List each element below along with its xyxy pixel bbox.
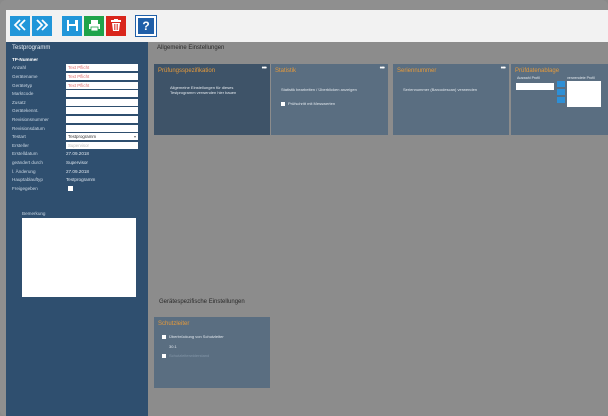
field-label: Zusatz xyxy=(12,99,26,105)
freigegeben-checkbox[interactable] xyxy=(68,185,73,191)
schutzleiter-value: 30.1 xyxy=(169,344,177,349)
card-text: Testprogramm verwenden hier bauen xyxy=(170,90,237,95)
field-label: Gerätename xyxy=(12,73,38,79)
field-ersteller: Ersteller Supervisor xyxy=(12,141,142,150)
field-geraetetyp: Gerätetyp Text Pflicht xyxy=(12,81,142,90)
field-label: Hauptablauftyp xyxy=(12,177,43,183)
move-left-button[interactable] xyxy=(557,89,565,95)
save-icon xyxy=(66,19,79,34)
profile-select[interactable] xyxy=(516,83,554,90)
card-title: Statistik xyxy=(275,68,297,74)
section-title-general: Allgemeine Einstellungen xyxy=(157,45,225,51)
anzahl-input[interactable]: Text Pflicht xyxy=(66,64,138,72)
print-button[interactable] xyxy=(84,16,104,36)
help-icon: ? xyxy=(142,19,150,33)
field-label: TP-Nummer xyxy=(12,56,39,62)
print-icon xyxy=(88,19,101,34)
sidebar-title: Testprogramm xyxy=(12,45,51,51)
field-label: Ersteller xyxy=(12,142,29,148)
field-label: Revisionsnummer xyxy=(12,116,49,122)
field-hauptablauftyp: Hauptablauftyp Testprogramm xyxy=(12,175,142,184)
card-title: Schutzleiter xyxy=(158,321,190,327)
main-content: Allgemeine Einstellungen Prüfungsspezifi… xyxy=(148,42,608,416)
schutzleiter-checkbox-1[interactable] xyxy=(162,335,166,339)
field-label: Anzahl xyxy=(12,65,27,71)
more-icon[interactable]: ••• xyxy=(501,65,506,72)
move-right-button[interactable] xyxy=(557,81,565,87)
revisionsdatum-input[interactable] xyxy=(66,124,138,132)
statistik-checkbox[interactable] xyxy=(281,102,285,106)
zusatz-input[interactable] xyxy=(66,98,138,106)
field-zusatz: Zusatz xyxy=(12,98,142,107)
field-letzte-aenderung: l. Änderung 27.09.2018 xyxy=(12,167,142,176)
geraetekennt-input[interactable] xyxy=(66,107,138,115)
geraetetyp-input[interactable]: Text Pflicht xyxy=(66,81,138,89)
card-pruefdatenablage[interactable]: Prüfdatenablage Auswahl Profil verwendet… xyxy=(511,64,608,135)
remove-button[interactable] xyxy=(557,97,565,103)
card-seriennummer[interactable]: Seriennummer ••• Seriennummer (Barcodesc… xyxy=(393,64,509,135)
section-title-device: Gerätespezifische Einstellungen xyxy=(159,299,245,305)
geraetename-input[interactable]: Text Pflicht xyxy=(66,72,138,80)
comment-textarea[interactable] xyxy=(22,217,136,297)
check1-label: Überbrückung von Schutzleiter xyxy=(169,334,224,339)
marktcode-input[interactable] xyxy=(66,90,138,98)
geaendert-durch-value: Supervisor xyxy=(66,159,88,165)
field-revisionsnummer: Revisionsnummer xyxy=(12,115,142,124)
left-label: Auswahl Profil xyxy=(517,76,540,80)
field-anzahl: Anzahl Text Pflicht xyxy=(12,64,142,73)
double-chevron-right-icon xyxy=(35,18,49,34)
delete-button[interactable] xyxy=(106,16,126,36)
hauptablauftyp-value: Testprogramm xyxy=(66,177,96,183)
erstelldatum-value: 27.09.2018 xyxy=(66,151,89,157)
card-title: Prüfdatenablage xyxy=(515,68,560,74)
check2-label: Schutzleiterwiderstand xyxy=(169,353,210,358)
testart-value: Testprogramm xyxy=(68,134,97,140)
field-label: Freigegeben xyxy=(12,185,38,191)
double-chevron-left-icon xyxy=(13,18,27,34)
field-label: Erstelldatum xyxy=(12,151,38,157)
more-icon[interactable]: ••• xyxy=(262,65,267,72)
card-check-label: Prüfschritt mit Messwerten xyxy=(288,101,336,106)
used-profiles-list[interactable] xyxy=(567,81,601,107)
field-marktcode: Marktcode xyxy=(12,89,142,98)
previous-button[interactable] xyxy=(10,16,30,36)
testart-select[interactable]: Testprogramm ▾ xyxy=(66,133,138,141)
app-window: ? Testprogramm TP-Nummer Anzahl Text Pfl… xyxy=(0,0,608,416)
help-button[interactable]: ? xyxy=(135,15,157,37)
schutzleiter-checkbox-2[interactable] xyxy=(162,354,166,358)
letzte-aenderung-value: 27.09.2018 xyxy=(66,168,89,174)
field-label: geändert durch xyxy=(12,159,43,165)
field-label: Gerätetyp xyxy=(12,82,33,88)
field-label: Testart xyxy=(12,134,26,140)
card-text: Statistik bearbeiten / Überblicken anzei… xyxy=(281,87,357,92)
field-tp-nummer: TP-Nummer xyxy=(12,55,142,64)
chevron-down-icon: ▾ xyxy=(133,134,136,140)
field-geraetekennt: Gerätekennt. xyxy=(12,107,142,116)
card-title: Seriennummer xyxy=(397,68,437,74)
field-revisionsdatum: Revisionsdatum xyxy=(12,124,142,133)
card-schutzleiter[interactable]: Schutzleiter Überbrückung von Schutzleit… xyxy=(154,317,270,388)
comment-label: Bemerkung xyxy=(22,210,46,216)
card-text: Seriennummer (Barcodescan) verwenden xyxy=(403,87,478,92)
trash-icon xyxy=(110,18,122,34)
field-erstelldatum: Erstelldatum 27.09.2018 xyxy=(12,150,142,159)
field-label: Marktcode xyxy=(12,91,34,97)
field-geaendert-durch: geändert durch Supervisor xyxy=(12,158,142,167)
next-button[interactable] xyxy=(32,16,52,36)
sidebar: Testprogramm TP-Nummer Anzahl Text Pflic… xyxy=(6,42,148,416)
field-testart: Testart Testprogramm ▾ xyxy=(12,132,142,141)
ersteller-input[interactable]: Supervisor xyxy=(66,141,138,149)
card-statistik[interactable]: Statistik ••• Statistik bearbeiten / Übe… xyxy=(271,64,388,135)
card-pruefungsspezifikation[interactable]: Prüfungsspezifikation ••• Allgemeine Ein… xyxy=(154,64,270,135)
save-button[interactable] xyxy=(62,16,82,36)
field-label: Gerätekennt. xyxy=(12,108,39,114)
field-freigegeben: Freigegeben xyxy=(12,184,142,193)
field-label: l. Änderung xyxy=(12,168,36,174)
toolbar: ? xyxy=(6,10,608,42)
more-icon[interactable]: ••• xyxy=(380,65,385,72)
field-geraetename: Gerätename Text Pflicht xyxy=(12,72,142,81)
card-title: Prüfungsspezifikation xyxy=(158,68,216,74)
field-label: Revisionsdatum xyxy=(12,125,45,131)
revisionsnummer-input[interactable] xyxy=(66,115,138,123)
